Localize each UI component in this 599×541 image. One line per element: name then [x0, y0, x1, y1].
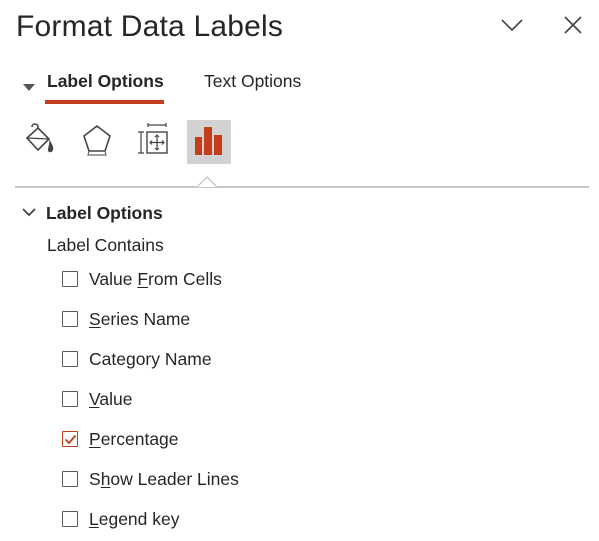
- value-checkbox[interactable]: [62, 391, 78, 407]
- chevron-down-icon: [22, 204, 36, 222]
- option-label: Value From Cells: [89, 268, 222, 289]
- caret-down-icon[interactable]: [23, 79, 35, 97]
- label-contains-heading: Label Contains: [47, 235, 164, 255]
- label-options-category-button[interactable]: [187, 120, 231, 164]
- chevron-down-icon: [501, 18, 523, 37]
- series-name-checkbox[interactable]: [62, 311, 78, 327]
- close-icon: [564, 15, 582, 39]
- close-button[interactable]: [558, 12, 588, 42]
- show-leader-lines-option[interactable]: Show Leader Lines: [62, 467, 239, 491]
- legend-key-option[interactable]: Legend key: [62, 507, 180, 531]
- size-properties-button[interactable]: [131, 120, 175, 164]
- effects-pentagon-icon: [80, 122, 114, 163]
- section-divider: [15, 186, 589, 188]
- option-label: Percentage: [89, 428, 179, 449]
- value-option[interactable]: Value: [62, 387, 132, 411]
- value-from-cells-option[interactable]: Value From Cells: [62, 267, 222, 291]
- fill-line-button[interactable]: [19, 120, 63, 164]
- label-options-bar-chart-icon: [193, 123, 225, 162]
- option-label: Category Name: [89, 348, 212, 369]
- category-name-option[interactable]: Category Name: [62, 347, 212, 371]
- tab-label-options[interactable]: Label Options: [47, 71, 164, 92]
- series-name-option[interactable]: Series Name: [62, 307, 190, 331]
- percentage-option[interactable]: Percentage: [62, 427, 179, 451]
- fill-line-icon: [23, 121, 59, 164]
- option-label: Series Name: [89, 308, 191, 329]
- option-label: Value: [89, 388, 133, 409]
- legend-key-checkbox[interactable]: [62, 511, 78, 527]
- label-options-section-header[interactable]: Label Options: [22, 201, 163, 225]
- task-pane-options-button[interactable]: [497, 12, 527, 42]
- size-properties-icon: [135, 122, 171, 163]
- active-tab-indicator: [45, 100, 164, 104]
- effects-button[interactable]: [75, 120, 119, 164]
- tab-text-options[interactable]: Text Options: [204, 71, 301, 92]
- pane-title: Format Data Labels: [16, 10, 284, 43]
- section-title: Label Options: [46, 202, 163, 223]
- tab-bar: Label Options Text Options: [0, 66, 599, 110]
- checkmark-icon: [64, 434, 76, 444]
- show-leader-lines-checkbox[interactable]: [62, 471, 78, 487]
- format-category-toolbar: [0, 118, 599, 190]
- percentage-checkbox[interactable]: [62, 431, 78, 447]
- option-label: Show Leader Lines: [89, 468, 239, 489]
- selected-category-pointer: [196, 175, 218, 193]
- value-from-cells-checkbox[interactable]: [62, 271, 78, 287]
- option-label: Legend key: [89, 508, 180, 529]
- category-name-checkbox[interactable]: [62, 351, 78, 367]
